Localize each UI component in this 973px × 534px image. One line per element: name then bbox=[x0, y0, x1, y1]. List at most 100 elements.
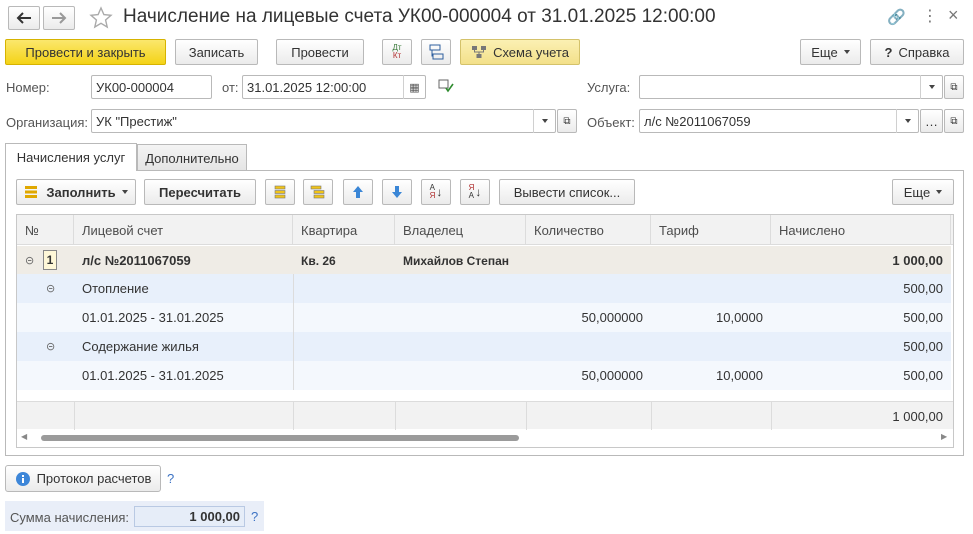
date-label: от: bbox=[222, 80, 239, 95]
back-button[interactable] bbox=[8, 6, 40, 30]
table-header: № Лицевой счет Квартира Владелец Количес… bbox=[17, 215, 953, 245]
object-select-button[interactable]: … bbox=[920, 109, 943, 133]
org-label: Организация: bbox=[6, 115, 89, 130]
row-number: 1 bbox=[43, 250, 57, 270]
fill-button[interactable]: Заполнить bbox=[16, 179, 136, 205]
move-up-button[interactable] bbox=[343, 179, 373, 205]
tariff-cell: 10,0000 bbox=[716, 310, 763, 325]
scheme-icon bbox=[472, 46, 487, 58]
forward-button[interactable] bbox=[43, 6, 75, 30]
favorite-star-icon[interactable] bbox=[89, 6, 113, 30]
chevron-down-icon[interactable] bbox=[533, 109, 555, 133]
total-cell: 500,00 bbox=[903, 310, 943, 325]
close-icon[interactable]: × bbox=[948, 5, 959, 26]
table-row[interactable]: 01.01.2025 - 31.01.2025 50,000000 10,000… bbox=[17, 361, 951, 390]
protocol-button[interactable]: Протокол расчетов bbox=[5, 465, 161, 492]
help-mark[interactable]: ? bbox=[167, 471, 174, 486]
number-field[interactable]: УК00-000004 bbox=[91, 75, 212, 99]
sum-field: 1 000,00 bbox=[134, 506, 245, 527]
document-check-icon[interactable] bbox=[438, 79, 454, 93]
sort-desc-icon: ЯА bbox=[468, 183, 475, 200]
total-cell: 500,00 bbox=[903, 368, 943, 383]
org-open-button[interactable]: ⧉ bbox=[557, 109, 577, 133]
table-row[interactable]: ⊝ Содержание жилья 500,00 bbox=[17, 332, 951, 361]
sort-asc-icon: АЯ bbox=[429, 183, 436, 200]
quantity-cell: 50,000000 bbox=[581, 310, 643, 325]
dt-kt-icon: Дт Кт bbox=[392, 43, 402, 60]
help-button[interactable]: ? Справка bbox=[870, 39, 964, 65]
collapse-icon[interactable]: ⊝ bbox=[46, 332, 55, 361]
service-cell: Отопление bbox=[82, 281, 149, 296]
accounting-scheme-button[interactable]: Схема учета bbox=[460, 39, 580, 65]
calendar-icon[interactable]: ▦ bbox=[403, 75, 425, 99]
add-group-icon bbox=[310, 185, 325, 199]
table-row[interactable]: 01.01.2025 - 31.01.2025 50,000000 10,000… bbox=[17, 303, 951, 332]
arrow-down-icon bbox=[392, 186, 402, 198]
service-open-button[interactable]: ⧉ bbox=[944, 75, 964, 99]
sum-help-mark[interactable]: ? bbox=[251, 509, 258, 524]
structure-icon bbox=[429, 44, 444, 60]
more-button[interactable]: Еще bbox=[800, 39, 861, 65]
scrollbar-thumb[interactable] bbox=[41, 435, 519, 441]
service-field[interactable] bbox=[639, 75, 943, 99]
owner-cell: Михайлов Степан bbox=[403, 253, 509, 268]
apartment-cell: Кв. 26 bbox=[301, 253, 336, 268]
more-vertical-icon[interactable]: ⋮ bbox=[922, 6, 938, 26]
link-icon[interactable]: 🔗 bbox=[887, 8, 906, 26]
column-header-tariff[interactable]: Тариф bbox=[651, 215, 771, 245]
chevron-down-icon[interactable] bbox=[920, 75, 942, 99]
tab-panel: Заполнить Пересчитать А Я ↓ Я А ↓ Вывести сп… bbox=[5, 170, 964, 456]
collapse-icon[interactable]: ⊝ bbox=[25, 246, 39, 275]
sort-desc-button[interactable]: Я А ↓ bbox=[460, 179, 490, 205]
total-cell: 1 000,00 bbox=[892, 253, 943, 268]
column-header-account[interactable]: Лицевой счет bbox=[74, 215, 293, 245]
column-header-num[interactable]: № bbox=[17, 215, 74, 245]
chevron-down-icon bbox=[843, 50, 850, 54]
table-row[interactable]: ⊝ 1 л/с №2011067059 Кв. 26 Михайлов Степ… bbox=[17, 246, 951, 274]
horizontal-scrollbar[interactable]: ◀ ▶ bbox=[17, 431, 953, 445]
info-icon bbox=[15, 471, 30, 486]
sum-label: Сумма начисления: bbox=[10, 510, 130, 525]
column-header-owner[interactable]: Владелец bbox=[395, 215, 526, 245]
chevron-down-icon[interactable] bbox=[896, 109, 918, 133]
dt-kt-button[interactable]: Дт Кт bbox=[382, 39, 412, 65]
column-header-quantity[interactable]: Количество bbox=[526, 215, 651, 245]
column-header-total[interactable]: Начислено bbox=[771, 215, 951, 245]
object-label: Объект: bbox=[587, 115, 635, 130]
table-footer: 1 000,00 bbox=[17, 401, 953, 430]
add-row-icon bbox=[274, 185, 286, 199]
collapse-icon[interactable]: ⊝ bbox=[46, 274, 55, 303]
structure-button[interactable] bbox=[421, 39, 451, 65]
column-divider bbox=[293, 274, 294, 390]
date-field[interactable]: 31.01.2025 12:00:00 ▦ bbox=[242, 75, 426, 99]
table-row[interactable]: ⊝ Отопление 500,00 bbox=[17, 274, 951, 303]
quantity-cell: 50,000000 bbox=[581, 368, 643, 383]
number-label: Номер: bbox=[6, 80, 50, 95]
scroll-left-icon[interactable]: ◀ bbox=[21, 432, 27, 441]
add-group-button[interactable] bbox=[303, 179, 333, 205]
table-more-button[interactable]: Еще bbox=[892, 179, 954, 205]
move-down-button[interactable] bbox=[382, 179, 412, 205]
tab-charges[interactable]: Начисления услуг bbox=[5, 143, 137, 171]
output-list-button[interactable]: Вывести список... bbox=[499, 179, 635, 205]
organization-field[interactable]: УК "Престиж" bbox=[91, 109, 556, 133]
arrow-left-icon bbox=[16, 12, 31, 24]
save-button[interactable]: Записать bbox=[175, 39, 258, 65]
tariff-cell: 10,0000 bbox=[716, 368, 763, 383]
post-and-close-button[interactable]: Провести и закрыть bbox=[5, 39, 166, 65]
arrow-up-icon bbox=[353, 186, 363, 198]
column-header-apartment[interactable]: Квартира bbox=[293, 215, 395, 245]
sort-asc-button[interactable]: А Я ↓ bbox=[421, 179, 451, 205]
object-field[interactable]: л/с №2011067059 bbox=[639, 109, 919, 133]
charges-table[interactable]: № Лицевой счет Квартира Владелец Количес… bbox=[16, 214, 954, 448]
recalculate-button[interactable]: Пересчитать bbox=[144, 179, 256, 205]
add-row-button[interactable] bbox=[265, 179, 295, 205]
period-cell: 01.01.2025 - 31.01.2025 bbox=[82, 368, 224, 383]
service-cell: Содержание жилья bbox=[82, 339, 199, 354]
tab-additional[interactable]: Дополнительно bbox=[137, 144, 247, 171]
object-open-button[interactable]: ⧉ bbox=[944, 109, 964, 133]
scroll-right-icon[interactable]: ▶ bbox=[941, 432, 947, 441]
account-cell: л/с №2011067059 bbox=[82, 253, 191, 268]
total-cell: 500,00 bbox=[903, 339, 943, 354]
post-button[interactable]: Провести bbox=[276, 39, 364, 65]
